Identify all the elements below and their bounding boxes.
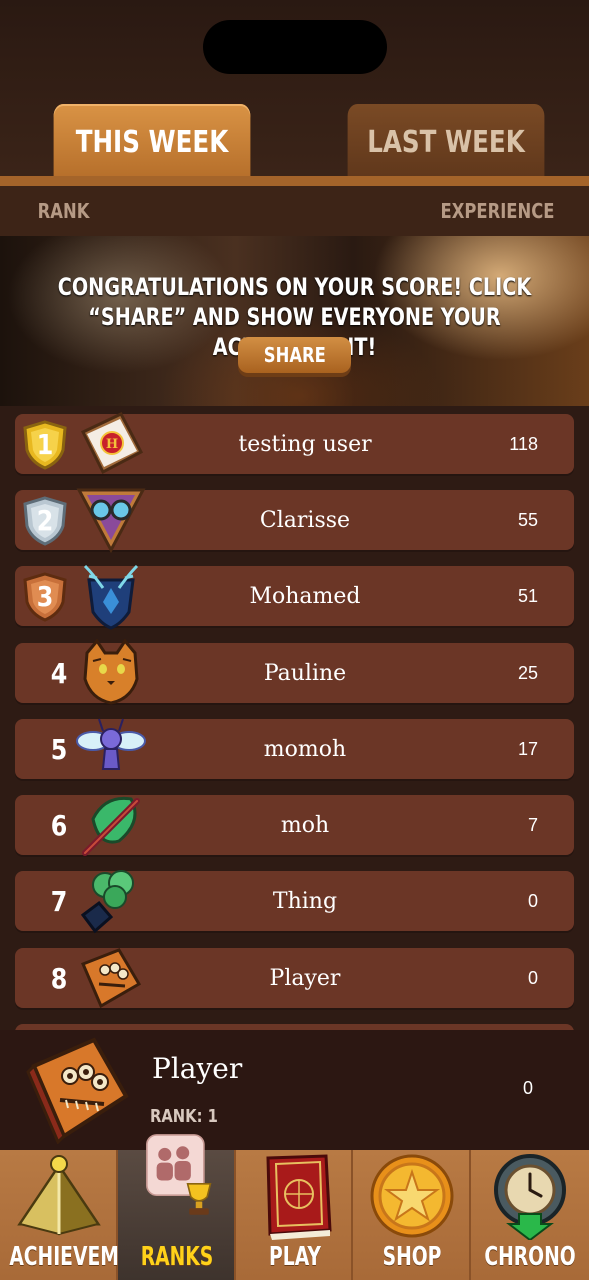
svg-text:H: H xyxy=(106,437,118,452)
player-xp: 51 xyxy=(517,585,538,606)
table-row[interactable]: 5 momoh 17 xyxy=(15,718,574,779)
nav-label: ACHIEVEMENTS xyxy=(9,1242,174,1272)
player-xp: 55 xyxy=(517,509,538,530)
wand-icon xyxy=(82,796,140,856)
nav-achievements[interactable]: ACHIEVEMENTS xyxy=(0,1150,174,1280)
rank-number: 3 xyxy=(36,579,54,613)
player-xp: 0 xyxy=(527,967,538,988)
nav-chrono[interactable]: CHRONO xyxy=(471,1150,589,1280)
player-name: Mohamed xyxy=(249,583,361,609)
player-xp: 25 xyxy=(517,662,538,683)
congrats-banner: CONGRATULATIONS ON YOUR SCORE! CLICK “SH… xyxy=(0,236,589,406)
leaderboard-list[interactable]: 1 H testing user 118 2 Clarisse 55 3 Moh… xyxy=(0,406,589,1030)
bottom-nav: ACHIEVEMENTS RANKS PLAY SHOP CHRONO xyxy=(0,1134,589,1280)
tab-this-week[interactable]: THIS WEEK xyxy=(53,104,251,180)
player-name: Player xyxy=(269,965,341,991)
player-name: Pauline xyxy=(263,660,347,686)
player-xp: 118 xyxy=(509,433,538,454)
nav-label: RANKS xyxy=(140,1242,214,1272)
cat-icon xyxy=(83,639,139,705)
stopwatch-icon xyxy=(494,1154,567,1240)
nav-label: PLAY xyxy=(268,1242,321,1272)
column-header: RANK EXPERIENCE xyxy=(0,186,589,236)
table-row[interactable]: 1 H testing user 118 xyxy=(15,412,574,475)
stag-crest-icon xyxy=(83,564,139,630)
rank-column-label: RANK xyxy=(37,199,90,223)
current-player-panel: Player RANK: 1 0 xyxy=(0,1030,589,1150)
table-row[interactable]: 2 Clarisse 55 xyxy=(15,488,574,554)
rank-number: 2 xyxy=(36,503,54,537)
current-player-xp: 0 xyxy=(522,1078,533,1098)
nav-shop[interactable]: SHOP xyxy=(353,1150,472,1280)
pixie-icon xyxy=(76,718,146,770)
table-row[interactable]: 3 Mohamed 51 xyxy=(15,564,574,630)
player-xp: 7 xyxy=(527,814,538,835)
nav-play[interactable]: PLAY xyxy=(236,1150,354,1280)
rank-number: 1 xyxy=(36,427,54,461)
nav-label: SHOP xyxy=(382,1242,442,1272)
player-xp: 17 xyxy=(517,738,538,759)
player-name: momoh xyxy=(263,736,347,762)
ranks-trophy-icon xyxy=(145,1134,212,1215)
monster-book-icon xyxy=(81,948,142,1009)
table-row[interactable]: 4 Pauline 25 xyxy=(15,639,574,705)
player-xp: 0 xyxy=(527,890,538,911)
monster-book-icon xyxy=(26,1037,129,1144)
share-button-label: SHARE xyxy=(263,343,326,367)
gold-pyramid-icon xyxy=(17,1155,101,1236)
gold-coin-icon xyxy=(370,1154,454,1238)
table-row[interactable]: 6 moh 7 xyxy=(15,795,574,856)
tab-last-week[interactable]: LAST WEEK xyxy=(347,104,545,180)
share-button[interactable]: SHARE xyxy=(238,337,351,373)
table-row[interactable]: 7 Thing 0 xyxy=(15,870,574,934)
player-name: Thing xyxy=(272,888,338,914)
current-player-name: Player xyxy=(152,1052,243,1085)
nav-ranks[interactable]: RANKS xyxy=(117,1134,236,1280)
tab-underline xyxy=(0,176,589,186)
player-name: Clarisse xyxy=(259,507,351,533)
player-name: testing user xyxy=(238,431,372,457)
envelope-h-icon: H xyxy=(80,412,144,475)
player-name: moh xyxy=(280,812,330,838)
nav-label: CHRONO xyxy=(484,1242,576,1272)
table-row[interactable]: 8 Player 0 xyxy=(15,948,574,1009)
goggles-icon xyxy=(76,488,146,554)
experience-column-label: EXPERIENCE xyxy=(440,199,555,223)
spellbook-icon xyxy=(266,1154,332,1240)
current-player-rank: RANK: 1 xyxy=(150,1106,218,1127)
camera-notch xyxy=(203,20,387,74)
potion-smoke-icon xyxy=(80,870,134,934)
